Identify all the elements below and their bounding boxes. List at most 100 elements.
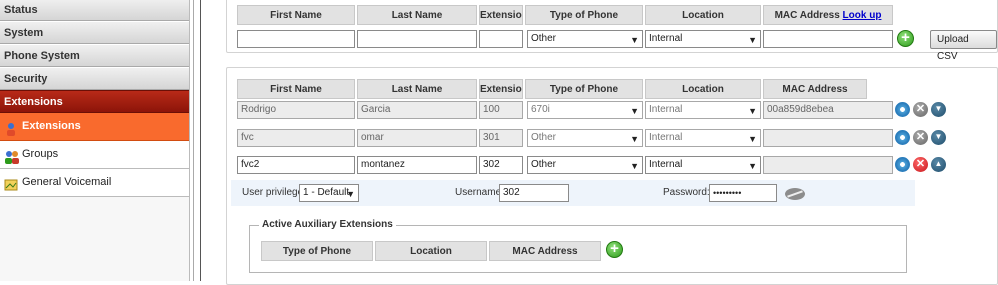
sidebar-item-general-voicemail[interactable]: General Voicemail	[0, 169, 189, 197]
aux-header-mac-address: MAC Address	[489, 241, 601, 261]
phone-type-select[interactable]: Other ▼	[527, 30, 643, 48]
sidebar-splitter[interactable]	[193, 0, 201, 281]
credentials-row: User privilege: 1 - Default ▼ Username: 3…	[231, 180, 915, 206]
nav-section-system[interactable]: System	[0, 21, 189, 44]
privilege-value: 1 - Default	[303, 187, 350, 198]
header-last-name: Last Name	[357, 5, 477, 25]
nav-section-label: Security	[4, 73, 48, 85]
row-mac-address[interactable]	[763, 156, 893, 174]
header-location: Location	[645, 5, 761, 25]
extension-input[interactable]	[479, 30, 523, 48]
delete-icon[interactable]: ✕	[913, 157, 928, 172]
first-name-input[interactable]	[237, 30, 355, 48]
dropdown-arrow-icon: ▼	[630, 35, 639, 45]
delete-icon[interactable]: ✕	[913, 130, 928, 145]
password-input[interactable]: •••••••••	[709, 184, 777, 202]
row-phone-type-value: Other	[531, 132, 557, 143]
row-first-name[interactable]: fvc2	[237, 156, 355, 174]
location-value: Internal	[649, 33, 683, 44]
nav-section-extensions[interactable]: Extensions	[0, 90, 189, 113]
header-location: Location	[645, 79, 761, 99]
row-extension[interactable]: 301	[479, 129, 523, 147]
header-last-name: Last Name	[357, 79, 477, 99]
nav-section-label: System	[4, 27, 44, 39]
nav-section-status[interactable]: Status	[0, 0, 189, 21]
aux-extensions-legend: Active Auxiliary Extensions	[259, 219, 396, 230]
row-location-select[interactable]: Internal ▼	[645, 129, 761, 147]
expand-down-icon[interactable]: ▼	[931, 130, 946, 145]
privilege-label: User privilege:	[242, 187, 306, 198]
extensions-list-panel: First Name Last Name Extension Type of P…	[226, 67, 998, 285]
username-label: Username:	[455, 187, 504, 198]
sidebar-item-label: Groups	[22, 148, 59, 160]
row-first-name[interactable]: fvc	[237, 129, 355, 147]
mac-address-input[interactable]	[763, 30, 893, 48]
row-phone-type-select[interactable]: 670i ▼	[527, 101, 643, 119]
row-location-value: Internal	[649, 159, 683, 170]
sidebar-item-label: Extensions	[22, 120, 81, 132]
header-first-name: First Name	[237, 79, 355, 99]
aux-header-type-of-phone: Type of Phone	[261, 241, 373, 261]
add-extension-button[interactable]: +	[897, 30, 914, 47]
password-label: Password:	[663, 187, 710, 198]
header-extension: Extension	[479, 79, 523, 99]
nav-section-security[interactable]: Security	[0, 67, 189, 90]
header-mac-address: MAC Address	[763, 79, 867, 99]
row-phone-type-select[interactable]: Other ▼	[527, 129, 643, 147]
dropdown-arrow-icon: ▼	[630, 106, 639, 116]
sidebar-item-extensions[interactable]: Extensions	[0, 113, 189, 141]
username-input[interactable]: 302	[499, 184, 569, 202]
nav-section-label: Extensions	[4, 96, 63, 108]
mac-lookup-link[interactable]: Look up	[843, 10, 882, 21]
nav-section-label: Status	[4, 4, 38, 16]
row-extension[interactable]: 302	[479, 156, 523, 174]
user-icon	[4, 120, 18, 136]
dropdown-arrow-icon: ▼	[748, 134, 757, 144]
sidebar: Status System Phone System Security Exte…	[0, 0, 190, 281]
dropdown-arrow-icon: ▼	[748, 35, 757, 45]
row-last-name[interactable]: Garcia	[357, 101, 477, 119]
nav-section-phone-system[interactable]: Phone System	[0, 44, 189, 67]
last-name-input[interactable]	[357, 30, 477, 48]
expand-down-icon[interactable]: ▼	[931, 102, 946, 117]
row-mac-address[interactable]	[763, 129, 893, 147]
row-location-select[interactable]: Internal ▼	[645, 156, 761, 174]
group-icon	[4, 148, 19, 164]
row-last-name[interactable]: montanez	[357, 156, 477, 174]
row-location-value: Internal	[649, 104, 683, 115]
collapse-up-icon[interactable]: ▲	[931, 157, 946, 172]
privilege-select[interactable]: 1 - Default ▼	[299, 184, 359, 202]
gear-icon[interactable]	[895, 157, 910, 172]
row-phone-type-value: Other	[531, 159, 557, 170]
dropdown-arrow-icon: ▼	[748, 161, 757, 171]
row-mac-address[interactable]: 00a859d8ebea	[763, 101, 893, 119]
aux-header-location: Location	[375, 241, 487, 261]
gear-icon[interactable]	[895, 130, 910, 145]
row-phone-type-select[interactable]: Other ▼	[527, 156, 643, 174]
nav-section-label: Phone System	[4, 50, 80, 62]
row-last-name[interactable]: omar	[357, 129, 477, 147]
header-mac-label: MAC Address	[774, 10, 840, 21]
gear-icon[interactable]	[895, 102, 910, 117]
sidebar-item-label: General Voicemail	[22, 176, 112, 188]
delete-icon[interactable]: ✕	[913, 102, 928, 117]
plus-icon: +	[610, 240, 619, 257]
dropdown-arrow-icon: ▼	[630, 134, 639, 144]
hide-password-icon[interactable]	[785, 188, 805, 200]
upload-csv-button[interactable]: Upload CSV	[930, 30, 997, 62]
row-location-value: Internal	[649, 132, 683, 143]
voicemail-icon	[4, 176, 18, 190]
row-location-select[interactable]: Internal ▼	[645, 101, 761, 119]
row-first-name[interactable]: Rodrigo	[237, 101, 355, 119]
add-aux-extension-button[interactable]: +	[606, 241, 623, 258]
location-select[interactable]: Internal ▼	[645, 30, 761, 48]
row-extension[interactable]: 100	[479, 101, 523, 119]
header-mac-address: MAC Address Look up	[763, 5, 893, 25]
row-phone-type-value: 670i	[531, 104, 550, 115]
add-extension-panel: First Name Last Name Extension Type of P…	[226, 0, 998, 62]
header-type-of-phone: Type of Phone	[525, 79, 643, 99]
dropdown-arrow-icon: ▼	[630, 161, 639, 171]
sidebar-item-groups[interactable]: Groups	[0, 141, 189, 169]
header-extension: Extension	[479, 5, 523, 25]
header-first-name: First Name	[237, 5, 355, 25]
